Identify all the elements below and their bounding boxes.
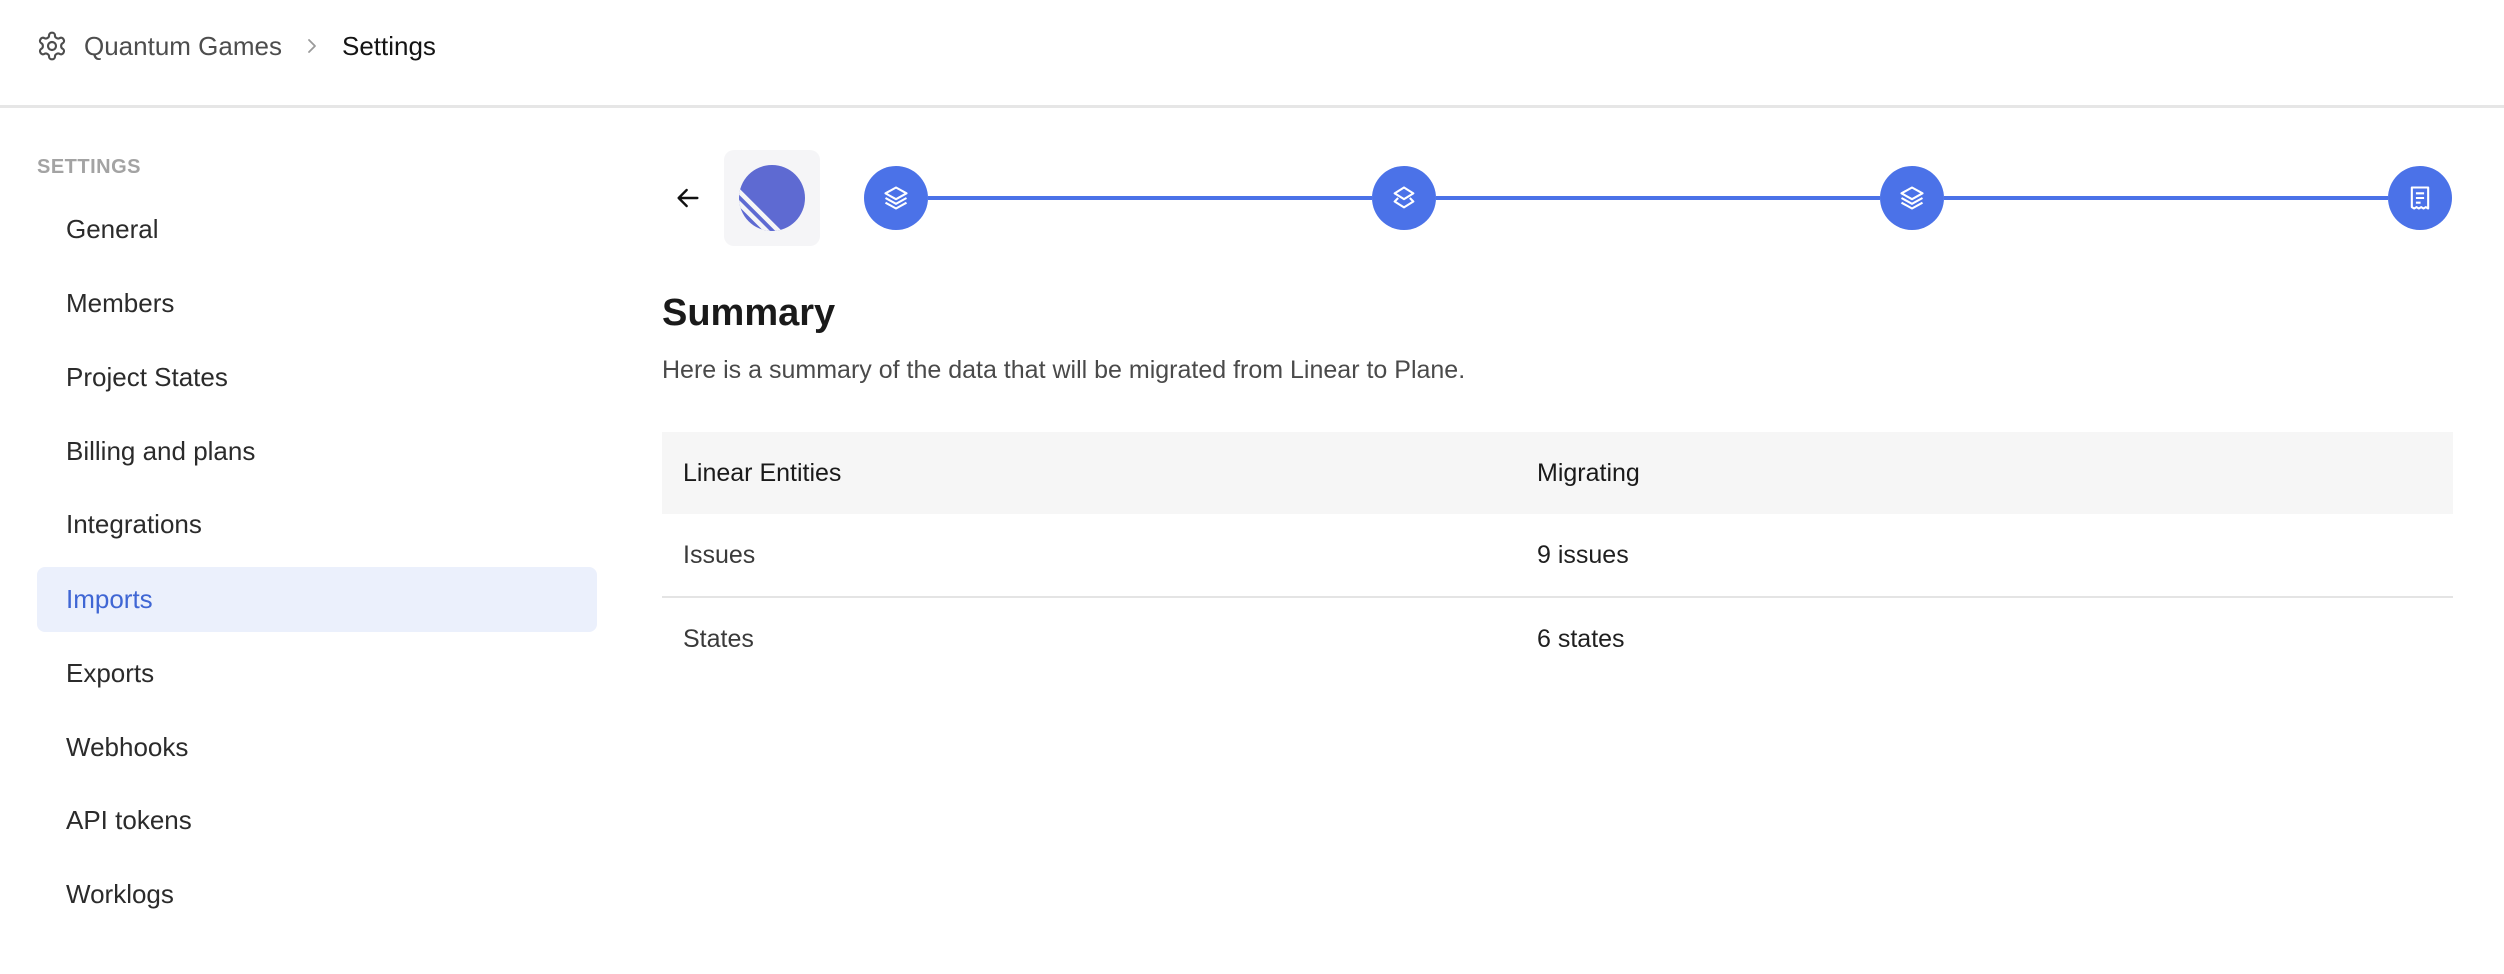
step-connector [928, 196, 1372, 200]
sidebar-item-label: Webhooks [66, 732, 189, 762]
arrow-left-icon [677, 188, 699, 208]
column-header-entities: Linear Entities [683, 458, 842, 487]
sidebar-item-label: Integrations [66, 509, 202, 539]
step-2[interactable] [1372, 166, 1436, 230]
breadcrumb-current-page: Settings [341, 30, 436, 61]
entity-name: States [683, 624, 754, 653]
sidebar-item-general[interactable]: General [37, 197, 597, 262]
sidebar-item-api-tokens[interactable]: API tokens [37, 788, 597, 853]
step-4[interactable] [2388, 166, 2452, 230]
sidebar-item-label: General [66, 214, 159, 244]
migration-summary-table: Linear Entities Migrating Issues 9 issue… [662, 432, 2453, 680]
layers-icon [1393, 186, 1415, 209]
step-connector [1944, 196, 2388, 200]
sidebar-section-title: SETTINGS [37, 156, 142, 178]
back-button[interactable] [672, 182, 704, 214]
sidebar-item-exports[interactable]: Exports [37, 641, 597, 706]
import-stepper [864, 166, 2454, 230]
main-content: Summary Here is a summary of the data th… [620, 108, 2504, 974]
sidebar-item-imports[interactable]: Imports [37, 567, 597, 632]
layers-icon [1900, 186, 1924, 210]
table-row: States 6 states [662, 598, 2453, 680]
sidebar-item-label: Exports [66, 658, 155, 688]
table-header: Linear Entities Migrating [662, 432, 2453, 514]
sidebar-item-worklogs[interactable]: Worklogs [37, 862, 597, 927]
step-1[interactable] [864, 166, 928, 230]
settings-sidebar: SETTINGS General Members Project States … [0, 108, 620, 974]
breadcrumb-workspace[interactable]: Quantum Games [84, 31, 282, 62]
sidebar-item-members[interactable]: Members [37, 271, 597, 336]
breadcrumb: Quantum Games Settings [36, 28, 436, 64]
sidebar-item-label: Billing and plans [66, 436, 256, 466]
entity-name: Issues [683, 540, 756, 569]
sidebar-item-project-states[interactable]: Project States [37, 345, 597, 410]
sidebar-item-label: Project States [66, 362, 228, 392]
step-3[interactable] [1880, 166, 1944, 230]
sidebar-item-webhooks[interactable]: Webhooks [37, 715, 597, 780]
sidebar-item-label: API tokens [66, 805, 192, 835]
sidebar-item-integrations[interactable]: Integrations [37, 492, 597, 557]
sidebar-item-billing[interactable]: Billing and plans [37, 419, 597, 484]
summary-title: Summary [662, 292, 836, 334]
column-header-migrating: Migrating [1537, 458, 1640, 487]
step-connector [1436, 196, 1880, 200]
receipt-icon [2410, 186, 2430, 210]
table-row: Issues 9 issues [662, 514, 2453, 598]
summary-description: Here is a summary of the data that will … [662, 356, 1466, 384]
entity-count: 6 states [1537, 624, 1625, 653]
top-header: Quantum Games Settings [0, 0, 2504, 108]
entity-count: 9 issues [1537, 540, 1629, 569]
sidebar-item-label: Members [66, 288, 175, 318]
sidebar-item-label: Imports [66, 584, 153, 614]
gear-icon [36, 30, 68, 62]
layers-icon [884, 186, 908, 210]
sidebar-item-label: Worklogs [66, 879, 174, 909]
chevron-right-icon [302, 36, 322, 56]
linear-logo [724, 150, 820, 246]
linear-logo-icon [739, 165, 805, 231]
